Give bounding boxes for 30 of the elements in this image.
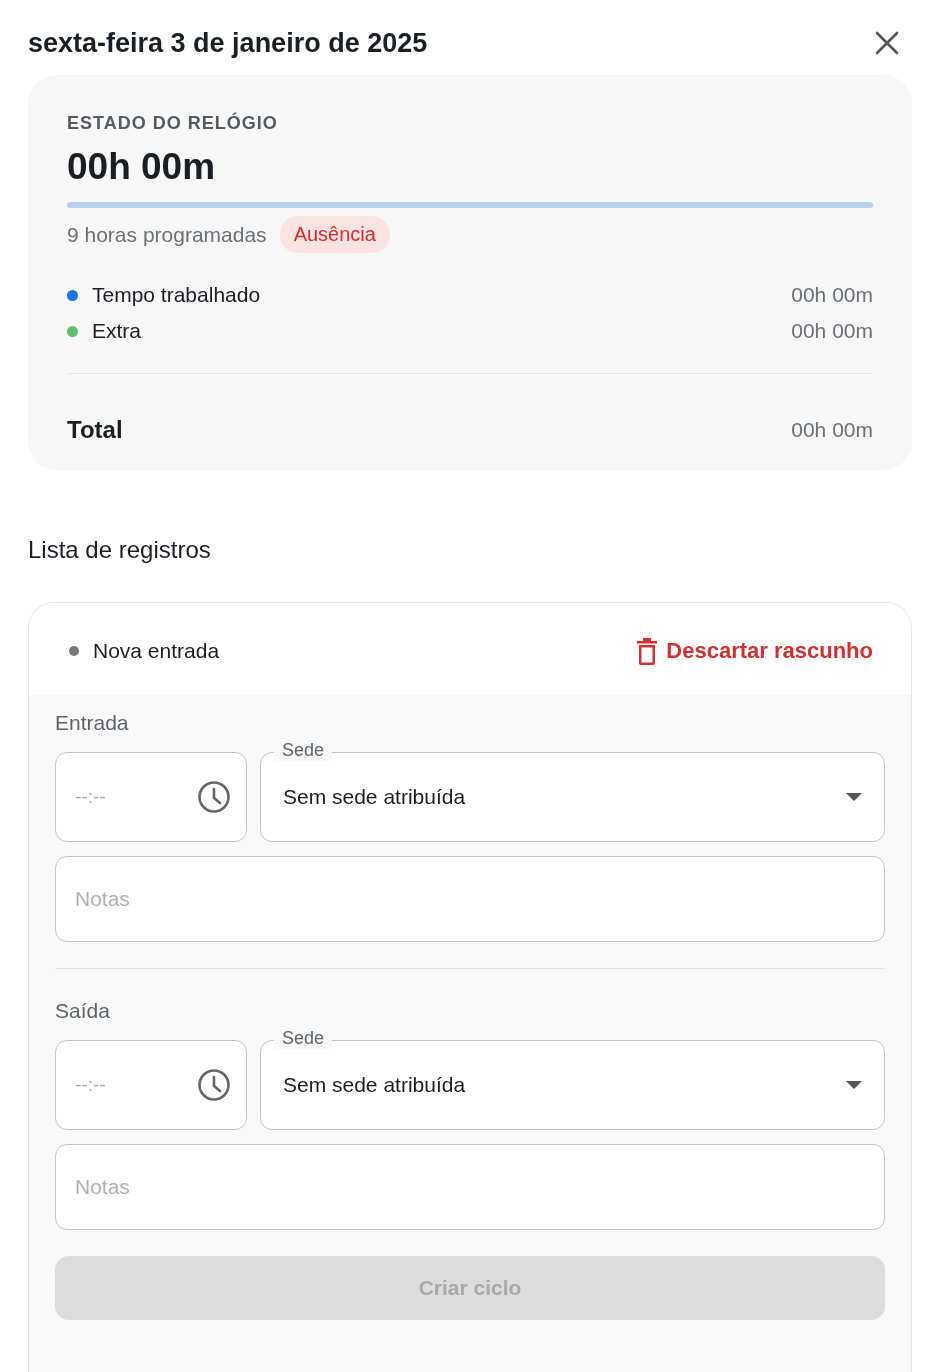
clock-time: 00h 00m (67, 146, 217, 188)
trash-icon (636, 637, 659, 665)
absence-badge: Ausência (279, 216, 390, 253)
draft-label: Nova entrada (93, 639, 220, 663)
field-label: Sede (274, 740, 333, 761)
notes-field[interactable]: Notas (55, 856, 885, 942)
time-label: Tempo trabalhado (92, 283, 261, 307)
total-value: 00h 00m (791, 418, 873, 442)
scheduled-hours: 9 horas programadas (67, 222, 267, 247)
section-subtitle: Entrada (55, 711, 130, 735)
records-title: Lista de registros (28, 536, 212, 564)
notes-field[interactable]: Notas (55, 1144, 885, 1230)
draft-dot-icon (69, 646, 79, 656)
total-label: Total (67, 416, 123, 444)
dropdown-caret-icon (846, 793, 862, 801)
discard-draft-button[interactable]: Descartar rascunho (636, 637, 873, 665)
time-field[interactable]: --:-- (55, 752, 247, 842)
select-value: Sem sede atribuída (283, 1073, 466, 1097)
time-value: 00h 00m (791, 319, 873, 343)
clock-icon (197, 1068, 231, 1102)
time-field[interactable]: --:-- (55, 1040, 247, 1130)
dropdown-caret-icon (846, 1081, 862, 1089)
select-value: Sem sede atribuída (283, 785, 466, 809)
field-label: Sede (274, 1028, 333, 1049)
time-value: 00h 00m (791, 283, 873, 307)
section-subtitle: Saída (55, 999, 111, 1023)
time-label: Extra (92, 319, 141, 343)
dialog-title: sexta-feira 3 de janeiro de 2025 (28, 27, 428, 59)
section-label: ESTADO DO RELÓGIO (67, 113, 279, 134)
clock-icon (197, 780, 231, 814)
